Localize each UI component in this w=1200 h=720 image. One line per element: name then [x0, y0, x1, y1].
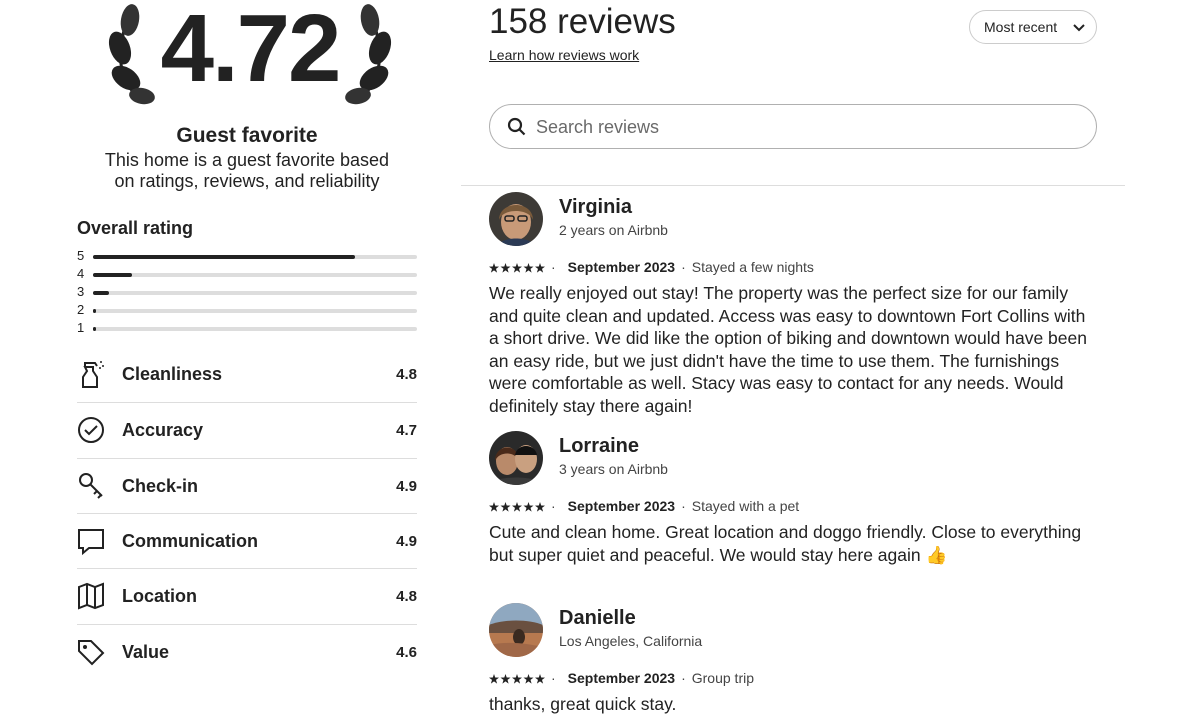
category-accuracy: Accuracy 4.7 — [77, 402, 417, 458]
review-text: We really enjoyed out stay! The property… — [489, 283, 1087, 416]
distribution-bar-fill — [93, 273, 132, 277]
category-score: 4.8 — [396, 366, 417, 383]
reviews-count: 158 reviews — [489, 2, 676, 41]
sort-label: Most recent — [984, 19, 1058, 35]
guest-favorite-badge: 4.72 — [100, 0, 400, 120]
category-score: 4.8 — [396, 588, 417, 605]
category-label: Value — [122, 642, 170, 662]
reviewer-tenure: 3 years on Airbnb — [559, 461, 668, 477]
avatar[interactable] — [489, 431, 543, 485]
learn-how-reviews-work-link[interactable]: Learn how reviews work — [489, 47, 639, 63]
category-location: Location 4.8 — [77, 568, 417, 624]
category-label: Communication — [122, 531, 259, 551]
search-reviews-input[interactable] — [534, 113, 1078, 141]
reviewer-location: Los Angeles, California — [559, 633, 703, 649]
avatar[interactable] — [489, 192, 543, 246]
distribution-stars: 5 — [77, 248, 85, 263]
trip-type: Stayed a few nights — [691, 259, 814, 275]
five-star-rating-icon — [489, 674, 545, 684]
reviews-panel: 158 reviews Learn how reviews work Most … — [461, 0, 1125, 720]
category-label: Location — [122, 586, 197, 606]
review-date: September 2023 — [567, 670, 676, 686]
distribution-bar — [93, 273, 417, 277]
category-communication: Communication 4.9 — [77, 513, 417, 569]
rating-summary-panel: 4.72 Guest favorite This home is a guest… — [0, 0, 460, 720]
distribution-bar-fill — [93, 327, 97, 331]
distribution-bar — [93, 327, 417, 331]
category-check-in: Check-in 4.9 — [77, 458, 417, 514]
section-divider — [461, 185, 1125, 186]
trip-type: Stayed with a pet — [691, 498, 800, 514]
category-score: 4.9 — [396, 478, 417, 495]
distribution-bar-fill — [93, 255, 356, 259]
five-star-rating-icon — [489, 502, 545, 512]
distribution-bar — [93, 309, 417, 313]
spray-bottle-icon — [82, 361, 104, 388]
distribution-row: 4 — [77, 266, 417, 284]
distribution-row: 5 — [77, 248, 417, 266]
distribution-stars: 1 — [77, 320, 85, 335]
review-date: September 2023 — [567, 498, 676, 514]
category-label: Check-in — [122, 476, 199, 496]
distribution-row: 2 — [77, 302, 417, 320]
trip-type: Group trip — [691, 670, 754, 686]
review-meta: · September 2023 · Group trip — [489, 670, 754, 686]
distribution-stars: 2 — [77, 302, 85, 317]
avatar[interactable] — [489, 603, 543, 657]
reviewer-name: Danielle — [559, 607, 636, 629]
category-label: Cleanliness — [122, 364, 223, 384]
distribution-bar — [93, 255, 417, 259]
sort-dropdown[interactable]: Most recent — [969, 10, 1097, 44]
key-icon — [79, 473, 103, 499]
review-text: Cute and clean home. Great location and … — [489, 522, 1082, 565]
map-icon — [78, 582, 104, 610]
category-score: 4.7 — [396, 422, 417, 439]
category-cleanliness: Cleanliness 4.8 — [77, 347, 417, 402]
search-reviews-box[interactable] — [489, 104, 1097, 149]
reviewer-name: Lorraine — [559, 435, 640, 457]
distribution-stars: 3 — [77, 284, 85, 299]
laurel-right-icon — [345, 4, 392, 105]
review-item: Lorraine 3 years on Airbnb · September 20… — [489, 431, 1099, 571]
badge-title: Guest favorite — [176, 124, 318, 147]
overall-rating-label: Overall rating — [77, 218, 194, 238]
price-tag-icon — [78, 640, 105, 666]
reviewer-name: Virginia — [559, 196, 632, 218]
review-date: September 2023 — [567, 259, 676, 275]
distribution-bar — [93, 291, 417, 295]
distribution-row: 3 — [77, 284, 417, 302]
category-value: Value 4.6 — [77, 624, 417, 680]
reviewer-tenure: 2 years on Airbnb — [559, 222, 668, 238]
category-score: 4.6 — [396, 644, 417, 661]
category-score: 4.9 — [396, 533, 417, 550]
review-item: Danielle Los Angeles, California · Septem… — [489, 603, 1099, 720]
category-label: Accuracy — [122, 420, 204, 440]
search-icon — [507, 117, 526, 136]
review-text: thanks, great quick stay. — [489, 694, 677, 714]
distribution-row: 1 — [77, 320, 417, 338]
distribution-stars: 4 — [77, 266, 85, 281]
check-circle-icon — [78, 417, 104, 443]
distribution-bar-fill — [93, 309, 97, 313]
review-item: Virginia 2 years on Airbnb · September 20… — [489, 192, 1099, 416]
chat-bubble-icon — [78, 529, 104, 556]
badge-description: This home is a guest favorite based on r… — [104, 150, 390, 191]
review-meta: · September 2023 · Stayed with a pet — [489, 498, 799, 514]
chevron-down-icon — [1073, 24, 1085, 32]
review-meta: · September 2023 · Stayed a few nights — [489, 259, 814, 275]
five-star-rating-icon — [489, 263, 545, 273]
distribution-bar-fill — [93, 291, 110, 295]
